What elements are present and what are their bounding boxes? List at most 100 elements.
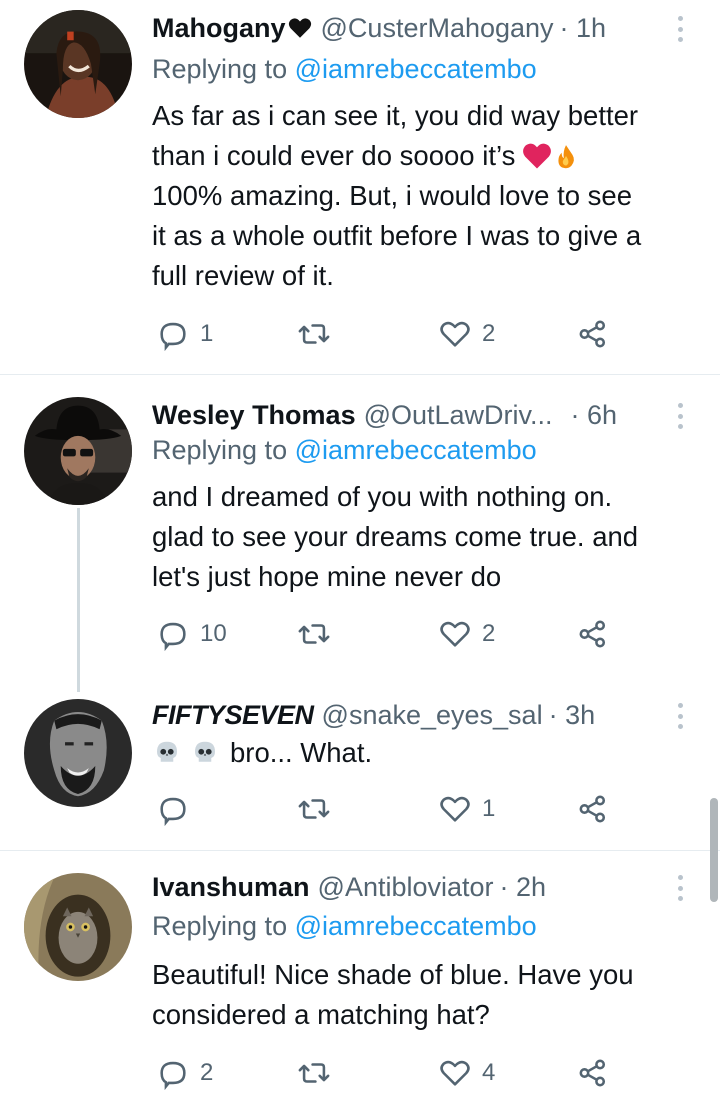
like-count: 1 [482, 795, 496, 822]
display-name[interactable]: FIFTYSEVEN [152, 700, 314, 731]
reply-button[interactable] [156, 787, 200, 831]
replying-to: Replying to @iamrebeccatembo [152, 435, 537, 466]
scrollbar-thumb[interactable] [710, 798, 718, 902]
tweet-mahogany[interactable]: Mahogany @CusterMahogany · 1h Replying t… [0, 0, 720, 374]
user-handle[interactable]: @OutLawDriv... [364, 400, 553, 431]
text-line: 100% amazing. But, i would love to see [152, 180, 633, 211]
user-handle[interactable]: @Antibloviator [318, 872, 494, 903]
replying-prefix: Replying to [152, 911, 288, 941]
avatar[interactable] [24, 699, 132, 807]
more-options-icon[interactable] [670, 399, 690, 433]
user-handle[interactable]: @CusterMahogany [321, 13, 554, 44]
skull-icon [157, 741, 177, 762]
tweet-text: and I dreamed of you with nothing on. gl… [152, 477, 702, 597]
timestamp[interactable]: · 6h [571, 400, 618, 431]
text-line: glad to see your dreams come true. and [152, 521, 639, 552]
share-button[interactable] [576, 612, 610, 656]
text-line: considered a matching hat? [152, 999, 490, 1030]
reply-icon [160, 622, 186, 651]
fire-icon [558, 145, 575, 169]
like-count: 2 [482, 620, 496, 647]
tweet-actions: 1 2 [152, 312, 622, 356]
replying-to-mention[interactable]: @iamrebeccatembo [295, 911, 537, 941]
avatar-image [24, 699, 132, 807]
share-button[interactable] [576, 787, 610, 831]
more-options-icon[interactable] [670, 12, 690, 46]
retweet-button[interactable] [297, 312, 331, 356]
tweet-fiftyseven[interactable]: FIFTYSEVEN @snake_eyes_sal · 3h bro... W… [0, 695, 720, 850]
text-line: it as a whole outfit before I was to giv… [152, 220, 642, 251]
user-handle[interactable]: @snake_eyes_sal [322, 700, 543, 731]
retweet-button[interactable] [297, 612, 331, 656]
reply-icon [160, 322, 186, 351]
more-options-icon[interactable] [670, 699, 690, 733]
like-count: 2 [482, 320, 496, 347]
share-button[interactable] [576, 312, 610, 356]
more-options-icon[interactable] [670, 871, 690, 905]
like-count: 4 [482, 1059, 496, 1086]
reply-button[interactable]: 2 [156, 1051, 213, 1095]
tweet-header: Mahogany @CusterMahogany · 1h [152, 8, 676, 48]
retweet-icon [298, 1063, 330, 1083]
reply-count: 1 [200, 320, 214, 347]
heart-icon [440, 621, 470, 647]
replying-to: Replying to @iamrebeccatembo [152, 54, 537, 85]
like-button[interactable]: 4 [438, 1051, 495, 1095]
text-line: full review of it. [152, 260, 334, 291]
replying-to: Replying to @iamrebeccatembo [152, 911, 537, 942]
retweet-button[interactable] [297, 1051, 331, 1095]
share-icon [579, 795, 606, 823]
tweet-header: Wesley Thomas @OutLawDriv... · 6h [152, 395, 676, 435]
tweet-text: bro... What. [152, 733, 702, 773]
heart-icon [440, 796, 470, 822]
like-button[interactable]: 2 [438, 312, 495, 356]
share-icon [579, 620, 606, 648]
thread-connector-line [77, 508, 80, 692]
retweet-icon [298, 799, 330, 819]
timestamp[interactable]: · 2h [500, 872, 547, 903]
avatar-image [24, 10, 132, 118]
retweet-icon [298, 624, 330, 644]
share-button[interactable] [576, 1051, 610, 1095]
replying-prefix: Replying to [152, 435, 288, 465]
replying-to-mention[interactable]: @iamrebeccatembo [295, 435, 537, 465]
tweet-text: As far as i can see it, you did way bett… [152, 96, 702, 296]
tweet-ivanshuman[interactable]: Ivanshuman @Antibloviator · 2h Replying … [0, 851, 720, 1104]
text-line: let's just hope mine never do [152, 561, 502, 592]
retweet-button[interactable] [297, 787, 331, 831]
retweet-icon [298, 324, 330, 344]
timestamp[interactable]: · 1h [560, 13, 607, 44]
skull-icon [195, 741, 215, 762]
reply-icon [160, 1061, 186, 1090]
reply-button[interactable]: 10 [156, 612, 227, 656]
tweet-actions: 1 [152, 787, 622, 831]
replying-prefix: Replying to [152, 54, 288, 84]
reply-button[interactable]: 1 [156, 312, 213, 356]
like-button[interactable]: 2 [438, 612, 495, 656]
share-icon [579, 320, 606, 348]
text-line: As far as i can see it, you did way bett… [152, 100, 639, 131]
avatar-image [24, 873, 132, 981]
reply-count: 2 [200, 1059, 214, 1086]
timestamp[interactable]: · 3h [549, 700, 596, 731]
avatar[interactable] [24, 873, 132, 981]
tweet-actions: 10 2 [152, 612, 622, 656]
like-button[interactable]: 1 [438, 787, 495, 831]
heart-icon [440, 321, 470, 347]
display-name[interactable]: Ivanshuman [152, 872, 310, 903]
black-heart-icon [288, 18, 311, 38]
display-name[interactable]: Wesley Thomas [152, 400, 356, 431]
avatar[interactable] [24, 10, 132, 118]
text-line: and I dreamed of you with nothing on. [152, 481, 613, 512]
share-icon [579, 1059, 606, 1087]
red-heart-icon [523, 143, 552, 169]
tweet-wesley-thomas[interactable]: Wesley Thomas @OutLawDriv... · 6h Replyi… [0, 375, 720, 695]
tweet-header: FIFTYSEVEN @snake_eyes_sal · 3h [152, 695, 676, 735]
heart-icon [440, 1060, 470, 1086]
avatar[interactable] [24, 397, 132, 505]
display-name[interactable]: Mahogany [152, 13, 286, 44]
tweet-header: Ivanshuman @Antibloviator · 2h [152, 867, 676, 907]
tweet-actions: 2 4 [152, 1051, 622, 1095]
replying-to-mention[interactable]: @iamrebeccatembo [295, 54, 537, 84]
avatar-image [24, 397, 132, 505]
